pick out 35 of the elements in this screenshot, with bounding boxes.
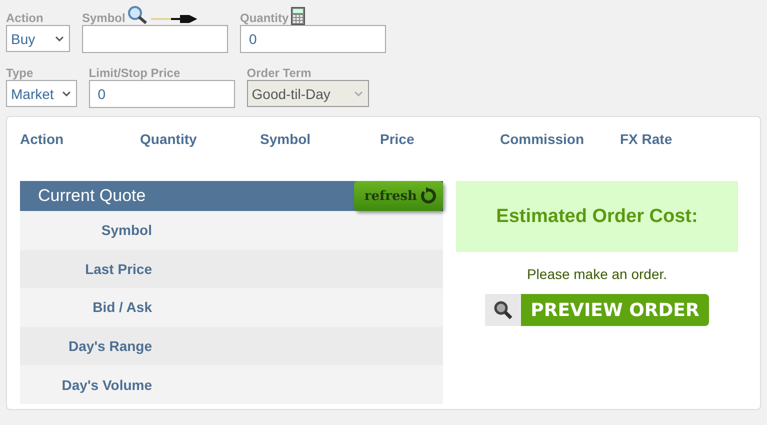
input-field[interactable]: 0 [240,25,386,53]
field-label: Symbol [82,11,126,25]
quote-row-label: Last Price [84,260,152,279]
field-label: Action [6,11,44,25]
quote-title: Current Quote [38,186,146,206]
column-header: Action [20,131,65,147]
dropdown[interactable]: Market [6,80,77,107]
order-message: Please make an order. [526,266,668,282]
quote-row-label: Bid / Ask [92,298,152,318]
quote-row-label: Symbol [100,221,152,240]
refresh-button[interactable]: refresh [354,181,443,211]
column-header: Quantity [140,131,198,147]
field-label: Quantity [240,11,289,25]
preview-order-button[interactable]: PREVIEW ORDER [485,294,709,326]
field-label: Limit/Stop Price [88,66,180,80]
field-label: Order Term [246,66,312,80]
input-field[interactable]: 0 [88,80,235,108]
quote-row-label: Day's Range [68,337,152,356]
dart-icon[interactable] [151,13,198,25]
dropdown[interactable]: Buy [6,25,70,52]
caret-icon [62,90,71,96]
column-header: Price [380,131,416,147]
calculator-icon[interactable] [290,7,305,25]
input-field[interactable] [82,25,228,53]
estimate-title: Estimated Order Cost: [496,206,698,228]
column-header: Symbol [260,131,312,147]
refresh-icon [419,187,437,205]
column-header: Commission [500,131,586,147]
field-label: Type [6,66,34,80]
quote-row-label: Day's Volume [60,376,152,395]
caret-icon [354,90,363,96]
magnifier-icon [493,300,513,320]
column-header: FX Rate [620,131,674,147]
magnifier-icon[interactable] [127,5,150,25]
caret-icon [55,36,64,42]
